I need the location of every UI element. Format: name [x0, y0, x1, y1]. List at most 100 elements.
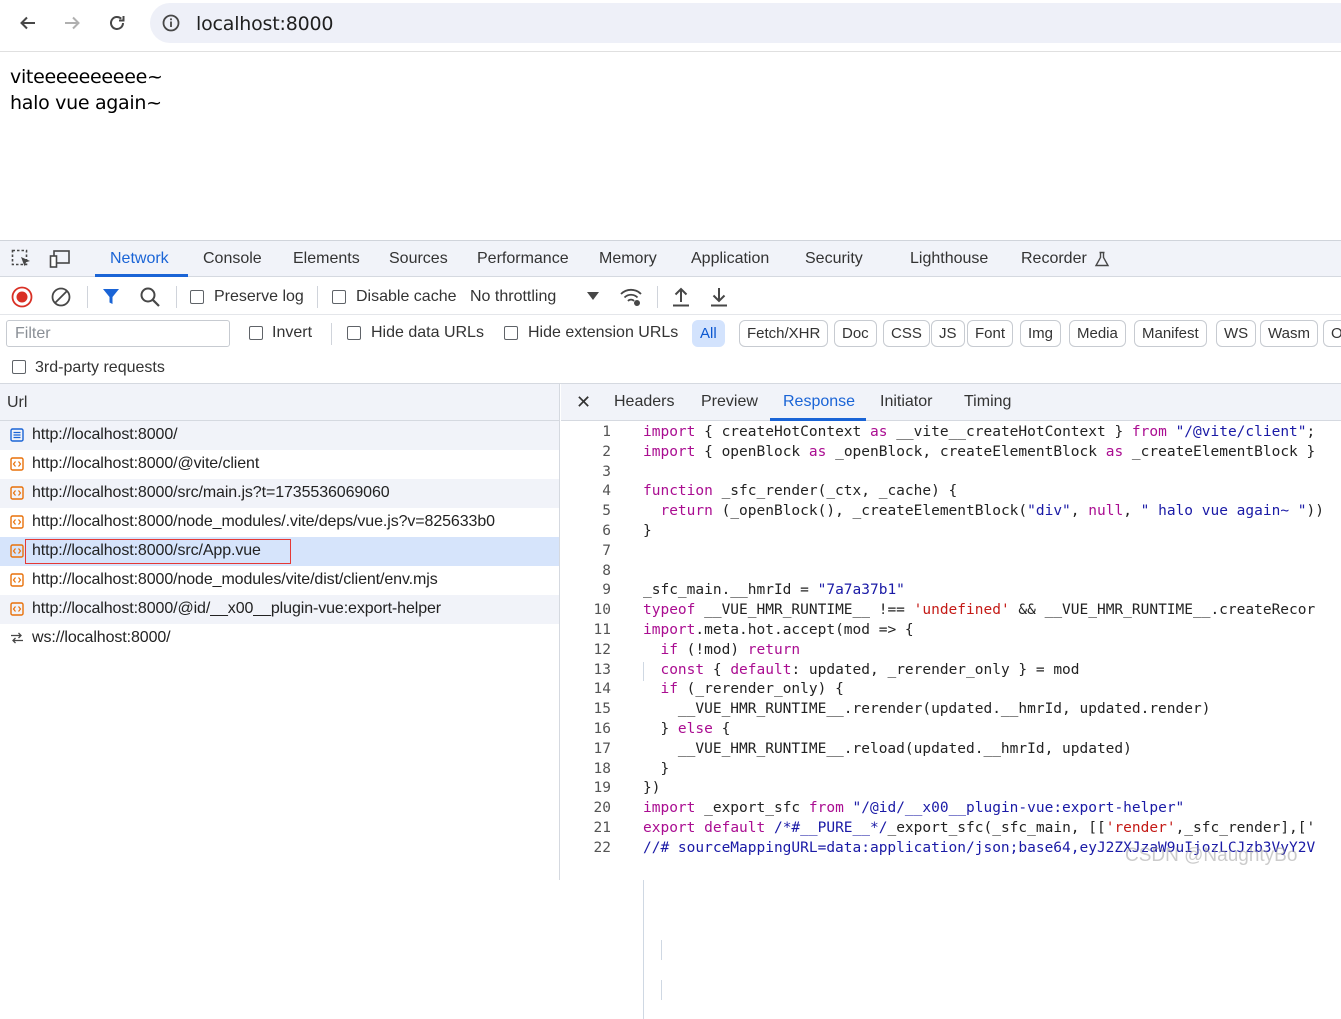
filter-chip-font[interactable]: Font — [967, 320, 1014, 347]
network-conditions-icon[interactable] — [619, 286, 643, 308]
filter-chip-media[interactable]: Media — [1069, 320, 1126, 347]
hide-data-urls-label[interactable]: Hide data URLs — [371, 324, 484, 342]
clear-icon[interactable] — [50, 286, 72, 308]
request-row[interactable]: http://localhost:8000/node_modules/.vite… — [0, 508, 559, 537]
indent-guide — [661, 980, 662, 1000]
search-icon[interactable] — [139, 286, 161, 308]
filter-chip-ws[interactable]: WS — [1216, 320, 1257, 347]
code-line: 15 __VUE_HMR_RUNTIME__.rerender(updated.… — [561, 701, 1341, 721]
request-url[interactable]: http://localhost:8000/node_modules/vite/… — [32, 571, 438, 589]
tab-recorder[interactable]: Recorder — [1021, 250, 1087, 268]
filter-chip-wasm[interactable]: Wasm — [1260, 320, 1318, 347]
tab-memory[interactable]: Memory — [599, 250, 657, 268]
filter-chip-all[interactable]: All — [692, 320, 725, 347]
request-row[interactable]: http://localhost:8000/@vite/client — [0, 450, 559, 479]
tab-headers[interactable]: Headers — [614, 393, 674, 411]
caret-down-icon[interactable] — [587, 291, 599, 301]
devtools-panel: Network Console Elements Sources Perform… — [0, 240, 1341, 1019]
reload-icon — [110, 16, 125, 30]
code-line: 16 } else { — [561, 721, 1341, 741]
script-icon — [10, 602, 24, 616]
filter-input[interactable]: Filter — [6, 320, 230, 347]
request-row[interactable]: http://localhost:8000/src/main.js?t=1735… — [0, 479, 559, 508]
disable-cache-checkbox[interactable] — [332, 290, 346, 304]
tab-application[interactable]: Application — [691, 250, 769, 268]
script-icon — [10, 457, 24, 471]
code-text: }) — [643, 780, 661, 797]
request-url[interactable]: http://localhost:8000/ — [32, 426, 178, 444]
filter-chip-manifest[interactable]: Manifest — [1134, 320, 1207, 347]
tab-timing[interactable]: Timing — [964, 393, 1011, 411]
tab-security[interactable]: Security — [805, 250, 863, 268]
request-url[interactable]: ws://localhost:8000/ — [32, 629, 171, 647]
device-toolbar-icon[interactable] — [49, 249, 71, 269]
line-number: 18 — [593, 760, 611, 777]
hide-extension-urls-label[interactable]: Hide extension URLs — [528, 324, 678, 342]
code-line: 4 function _sfc_render(_ctx, _cache) { — [561, 483, 1341, 503]
back-button[interactable] — [14, 9, 42, 37]
tab-sources[interactable]: Sources — [389, 250, 448, 268]
address-bar-url[interactable]: localhost:8000 — [196, 13, 333, 35]
request-row[interactable]: http://localhost:8000/ — [0, 421, 559, 450]
forward-button[interactable] — [58, 9, 86, 37]
line-number: 21 — [593, 819, 611, 836]
site-info-icon[interactable] — [162, 14, 180, 32]
line-number: 5 — [602, 503, 611, 520]
tab-performance[interactable]: Performance — [477, 250, 569, 268]
third-party-checkbox[interactable] — [12, 360, 26, 374]
tab-network[interactable]: Network — [110, 250, 169, 268]
filter-chip-css[interactable]: CSS — [883, 320, 930, 347]
request-row[interactable]: http://localhost:8000/@id/__x00__plugin-… — [0, 595, 559, 624]
tab-preview[interactable]: Preview — [701, 393, 758, 411]
preserve-log-checkbox[interactable] — [190, 290, 204, 304]
response-code-viewer[interactable]: 1 import { createHotContext as __vite__cr… — [561, 424, 1341, 860]
reload-button[interactable] — [103, 9, 131, 37]
filter-chip-js[interactable]: JS — [931, 320, 965, 347]
hide-data-urls-checkbox[interactable] — [347, 326, 361, 340]
page-text-line-1: viteeeeeeeeee~ — [10, 66, 163, 88]
filter-chip-img[interactable]: Img — [1020, 320, 1062, 347]
disable-cache-label[interactable]: Disable cache — [356, 288, 457, 306]
request-url[interactable]: http://localhost:8000/src/main.js?t=1735… — [32, 484, 390, 502]
tab-initiator[interactable]: Initiator — [880, 393, 932, 411]
line-number: 22 — [593, 839, 611, 856]
filter-chip-fetch-xhr[interactable]: Fetch/XHR — [739, 320, 829, 347]
filter-icon[interactable] — [101, 287, 121, 307]
record-stop-icon[interactable] — [11, 286, 33, 308]
inspect-element-icon[interactable] — [11, 249, 33, 269]
third-party-label[interactable]: 3rd-party requests — [35, 359, 165, 377]
line-number: 20 — [593, 800, 611, 817]
request-row[interactable]: http://localhost:8000/src/App.vue — [0, 537, 559, 566]
preserve-log-label[interactable]: Preserve log — [214, 288, 304, 306]
tab-elements[interactable]: Elements — [293, 250, 360, 268]
indent-guide — [643, 662, 644, 681]
code-line: 12 if (!mod) return — [561, 642, 1341, 662]
tab-lighthouse[interactable]: Lighthouse — [910, 250, 988, 268]
address-bar[interactable]: localhost:8000 — [150, 3, 1341, 43]
request-list: Url http://localhost:8000/http://localho… — [0, 384, 560, 880]
request-url[interactable]: http://localhost:8000/@vite/client — [32, 455, 259, 473]
filter-bar: Filter Invert Hide data URLs Hide extens… — [0, 315, 1341, 353]
invert-checkbox[interactable] — [249, 326, 263, 340]
invert-label[interactable]: Invert — [272, 324, 312, 342]
import-har-icon[interactable] — [671, 286, 691, 308]
request-row[interactable]: http://localhost:8000/node_modules/vite/… — [0, 566, 559, 595]
filter-chip-other[interactable]: O — [1323, 320, 1341, 347]
code-text: if (!mod) return — [660, 641, 801, 658]
request-row[interactable]: ws://localhost:8000/ — [0, 624, 559, 653]
url-column-header[interactable]: Url — [0, 384, 559, 421]
request-url[interactable]: http://localhost:8000/node_modules/.vite… — [32, 513, 495, 531]
code-text: __VUE_HMR_RUNTIME__.rerender(updated.__h… — [643, 701, 1211, 718]
filter-chip-doc[interactable]: Doc — [834, 320, 877, 347]
tab-console[interactable]: Console — [203, 250, 262, 268]
throttling-select[interactable]: No throttling — [470, 288, 556, 306]
export-har-icon[interactable] — [709, 286, 729, 308]
close-detail-icon[interactable]: ✕ — [576, 392, 591, 413]
tab-response[interactable]: Response — [783, 393, 855, 411]
toolbar-separator — [657, 286, 658, 308]
script-icon — [10, 486, 24, 500]
code-text: const { default: updated, _rerender_only… — [660, 661, 1080, 678]
code-line: 11 import.meta.hot.accept(mod => { — [561, 622, 1341, 642]
request-url[interactable]: http://localhost:8000/@id/__x00__plugin-… — [32, 600, 441, 618]
hide-extension-urls-checkbox[interactable] — [504, 326, 518, 340]
